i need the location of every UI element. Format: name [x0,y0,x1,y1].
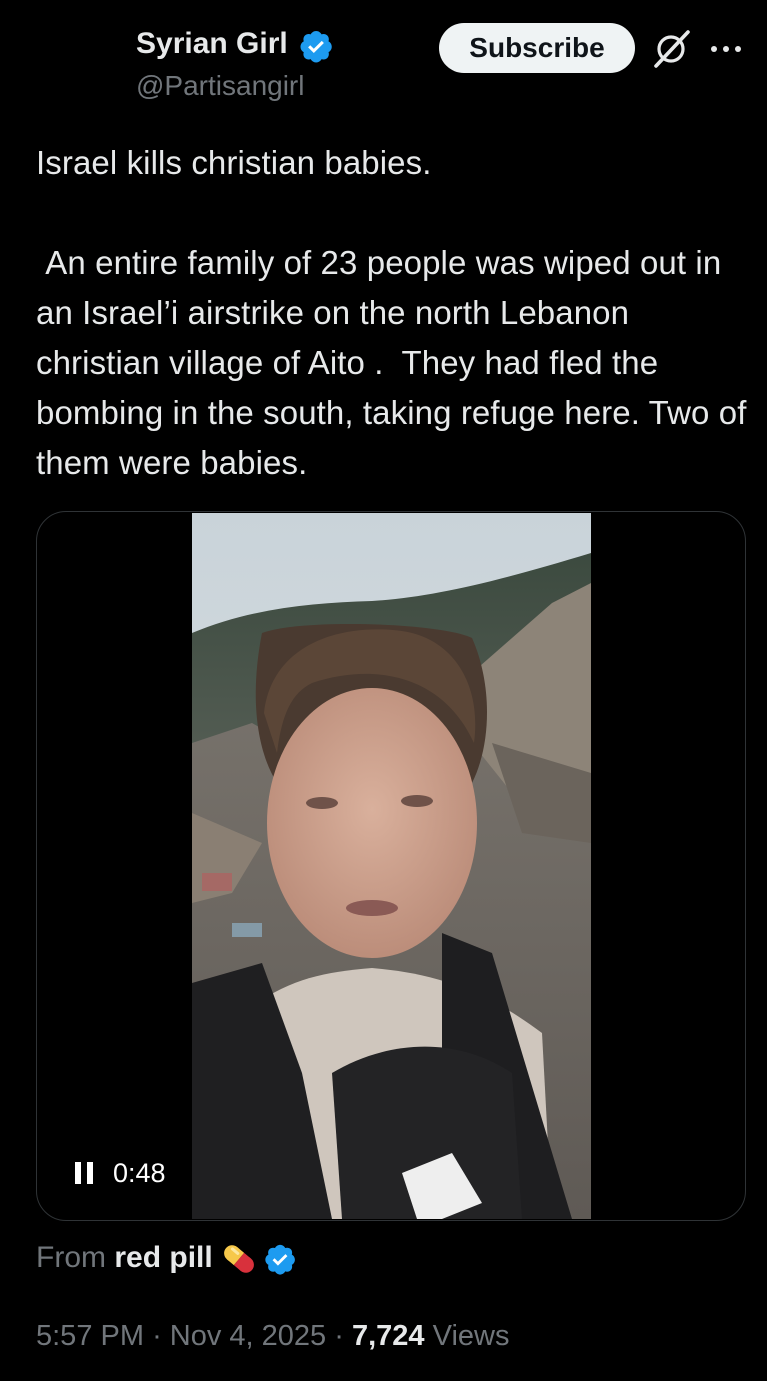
pause-icon[interactable] [75,1162,95,1184]
author-display-name[interactable]: Syrian Girl [136,24,288,64]
source-prefix: From [36,1241,106,1274]
subscribe-button[interactable]: Subscribe [439,23,635,73]
source-name[interactable]: red pill [114,1241,212,1274]
meta-separator: · [334,1320,344,1352]
tweet-date[interactable]: Nov 4, 2025 [170,1320,326,1352]
video-player[interactable]: 0:48 [36,511,746,1221]
pill-icon [223,1245,254,1273]
grok-icon[interactable] [650,28,692,70]
tweet-time[interactable]: 5:57 PM [36,1320,144,1352]
views-label: Views [432,1320,510,1352]
tweet-meta: 5:57 PM · Nov 4, 2025 · 7,724 Views [36,1314,509,1358]
author-handle[interactable]: @Partisangirl [136,68,304,104]
verified-badge-icon [265,1244,295,1275]
source-line: From red pill [36,1236,297,1280]
meta-separator: · [152,1320,162,1352]
verified-badge-icon [300,31,332,63]
views-count: 7,724 [351,1320,425,1352]
tweet-text: Israel kills christian babies. An entire… [36,144,747,481]
tweet-header: Syrian Girl @Partisangirl Subscribe [0,0,767,120]
video-frame[interactable] [192,513,591,1219]
video-time: 0:48 [113,1158,166,1188]
video-still-image [192,513,591,1219]
more-options-icon[interactable] [708,34,744,64]
